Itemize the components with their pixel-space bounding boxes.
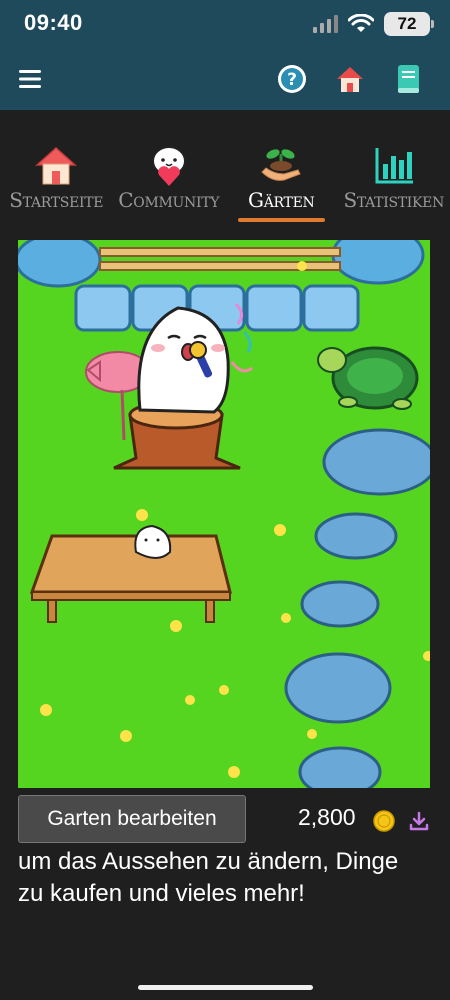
download-icon[interactable] (408, 810, 430, 832)
tab-label: Gärten (248, 188, 315, 212)
status-time: 09:40 (24, 10, 83, 35)
home-icon[interactable] (333, 62, 367, 96)
wifi-icon (348, 14, 374, 32)
tab-startseite[interactable]: Startseite (0, 110, 113, 240)
plant-hand-icon (261, 149, 301, 181)
menu-icon[interactable] (16, 65, 46, 93)
mascot-heart-icon (151, 146, 186, 186)
tab-gaerten[interactable]: Gärten (225, 110, 338, 240)
tab-label: Statistiken (343, 188, 445, 212)
coin-icon (373, 810, 395, 832)
help-icon[interactable]: ? (275, 62, 309, 96)
coin-balance: 2,800 (298, 804, 356, 830)
svg-text:?: ? (287, 70, 297, 90)
tab-label: Community (118, 188, 220, 212)
home-indicator[interactable] (138, 985, 313, 990)
garden-description: um das Aussehen zu ändern, Dinge zu kauf… (18, 848, 399, 907)
status-bar: 09:40 72 (0, 0, 450, 48)
signal-icon (313, 15, 338, 33)
edit-garden-button[interactable]: Garten bearbeiten (18, 795, 246, 843)
garden-illustration (18, 240, 430, 788)
battery-icon: 72 (384, 12, 434, 36)
book-icon[interactable] (391, 62, 425, 96)
app-bar: ? (0, 48, 450, 110)
bar-chart-icon (375, 148, 413, 184)
status-icons: 72 (312, 12, 434, 36)
tab-statistiken[interactable]: Statistiken (338, 110, 450, 240)
stone-tiles (74, 284, 360, 332)
garden-view[interactable] (18, 240, 430, 788)
active-tab-indicator (238, 218, 325, 222)
house-icon (35, 146, 78, 185)
tab-label: Startseite (9, 188, 104, 212)
tab-community[interactable]: Community (113, 110, 226, 240)
tab-bar: Startseite Community Gärten Statistiken (0, 110, 450, 240)
